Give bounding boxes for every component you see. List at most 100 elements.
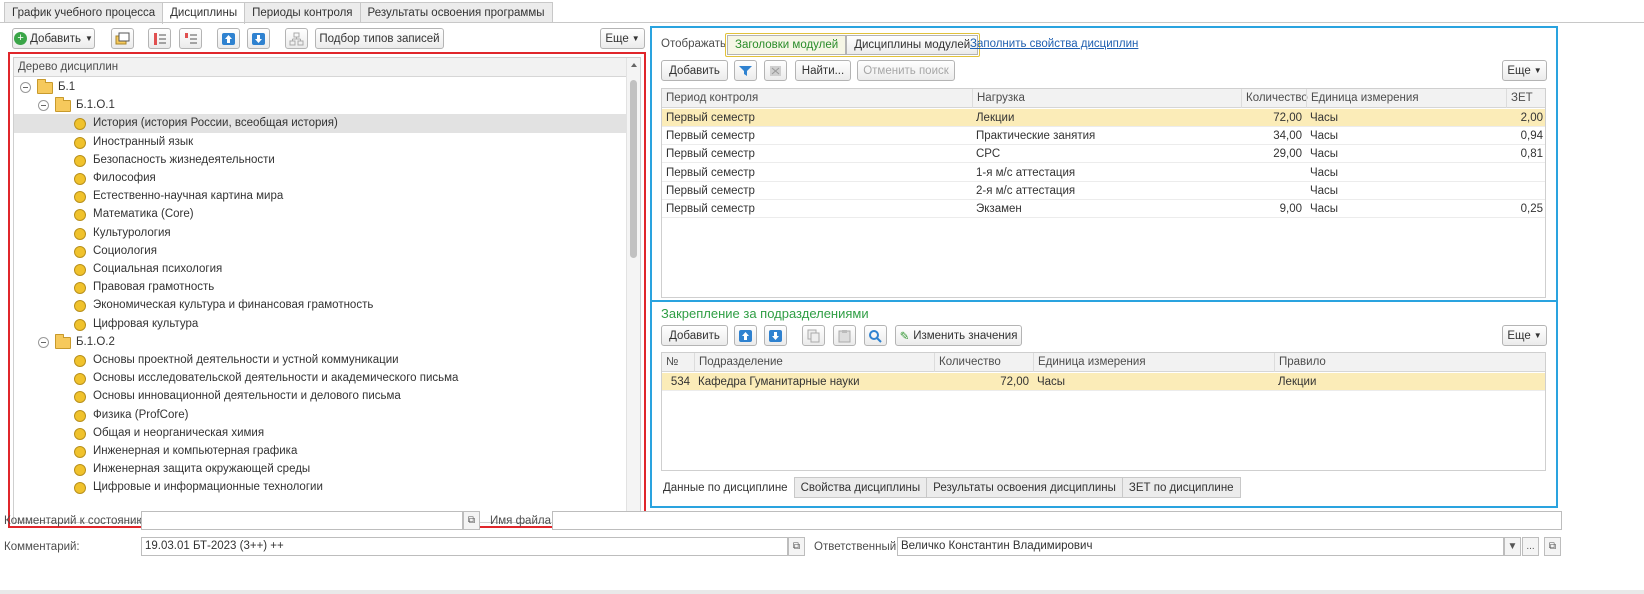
- tab-discipline-data[interactable]: Данные по дисциплине: [656, 477, 795, 498]
- clear-filter-button[interactable]: [764, 60, 787, 81]
- tree-item-row[interactable]: Иностранный язык: [14, 133, 626, 152]
- table-row[interactable]: Первый семестр 2-я м/с аттестация Часы: [662, 182, 1545, 200]
- tab-control-periods[interactable]: Периоды контроля: [244, 2, 361, 23]
- filter-button[interactable]: [734, 60, 757, 81]
- scroll-up-icon[interactable]: [631, 63, 637, 67]
- tree-item-row[interactable]: Экономическая культура и финансовая грам…: [14, 296, 626, 315]
- tree-item-row[interactable]: Общая и неорганическая химия: [14, 424, 626, 443]
- responsible-field[interactable]: Величко Константин Владимирович: [897, 537, 1504, 556]
- paste-button[interactable]: [833, 325, 856, 346]
- tab-program-results[interactable]: Результаты освоения программы: [359, 2, 553, 23]
- tree-item-row[interactable]: Философия: [14, 169, 626, 188]
- tree-item-row[interactable]: Социальная психология: [14, 260, 626, 279]
- state-comment-field[interactable]: [141, 511, 463, 530]
- hierarchy-list-button[interactable]: [148, 28, 171, 49]
- copy-structure-button[interactable]: [111, 28, 134, 49]
- discipline-tabs: Данные по дисциплине Свойства дисциплины…: [656, 477, 1241, 498]
- table-row[interactable]: Первый семестр Экзамен 9,00 Часы 0,25: [662, 200, 1545, 218]
- tree-folder-row[interactable]: Б.1.О.1: [14, 96, 626, 115]
- tree-item-row[interactable]: Основы инновационной деятельности и дело…: [14, 387, 626, 406]
- col-number[interactable]: №: [662, 353, 694, 372]
- tab-discipline-results[interactable]: Результаты освоения дисциплины: [926, 477, 1123, 498]
- option-module-headers[interactable]: Заголовки модулей: [727, 35, 847, 55]
- tree-item-row[interactable]: Инженерная защита окружающей среды: [14, 460, 626, 479]
- tree-item-row[interactable]: Основы проектной деятельности и устной к…: [14, 351, 626, 370]
- col-quantity[interactable]: Количество: [934, 353, 1033, 372]
- more-button-load[interactable]: Еще ▼: [1502, 60, 1547, 81]
- load-add-button[interactable]: Добавить: [661, 60, 728, 81]
- responsible-dropdown-button[interactable]: ▼: [1504, 537, 1521, 556]
- open-state-comment-button[interactable]: ⧉: [463, 511, 480, 530]
- copy-button[interactable]: [802, 325, 825, 346]
- more-button-left[interactable]: Еще ▼: [600, 28, 645, 49]
- open-comment-button[interactable]: ⧉: [788, 537, 805, 556]
- change-values-button[interactable]: ✎ Изменить значения: [895, 325, 1022, 346]
- assign-up-button[interactable]: [734, 325, 757, 346]
- tree-item-row[interactable]: Культурология: [14, 224, 626, 243]
- more-button-assign[interactable]: Еще ▼: [1502, 325, 1547, 346]
- responsible-select-button[interactable]: ...: [1522, 537, 1539, 556]
- collapse-icon[interactable]: [38, 336, 49, 348]
- more-label-left: Еще: [605, 32, 629, 45]
- col-quantity[interactable]: Количество: [1241, 89, 1308, 108]
- cancel-search-button[interactable]: Отменить поиск: [857, 60, 955, 81]
- option-module-disciplines[interactable]: Дисциплины модулей: [846, 35, 979, 55]
- tree-scrollbar[interactable]: [626, 58, 640, 522]
- assignment-table-header: № Подразделение Количество Единица измер…: [662, 353, 1545, 372]
- tab-schedule[interactable]: График учебного процесса: [4, 2, 164, 23]
- tree-item-row[interactable]: Естественно-научная картина мира: [14, 187, 626, 206]
- add-button[interactable]: + Добавить ▼: [12, 28, 95, 49]
- col-unit[interactable]: Единица измерения: [1033, 353, 1274, 372]
- table-row[interactable]: Первый семестр 1-я м/с аттестация Часы: [662, 164, 1545, 182]
- scroll-thumb[interactable]: [630, 80, 637, 258]
- search-structure-button[interactable]: [864, 325, 887, 346]
- find-button[interactable]: Найти...: [795, 60, 851, 81]
- table-row[interactable]: Первый семестр Практические занятия 34,00 Ч…: [662, 127, 1545, 146]
- table-row[interactable]: 534 Кафедра Гуманитарные науки 72,00 Часы Ле…: [662, 373, 1545, 391]
- cell-quantity: [1241, 164, 1306, 182]
- tree-item-row[interactable]: Математика (Core): [14, 205, 626, 224]
- cell-quantity: 9,00: [1279, 203, 1302, 215]
- tree-item-row[interactable]: Цифровая культура: [14, 315, 626, 334]
- move-down-button[interactable]: [247, 28, 270, 49]
- tree-item-row[interactable]: Правовая грамотность: [14, 278, 626, 297]
- assign-add-button[interactable]: Добавить: [661, 325, 728, 346]
- discipline-icon: [74, 446, 86, 458]
- cell-load: Практические занятия: [976, 130, 1096, 143]
- collapse-icon[interactable]: [20, 82, 31, 93]
- assign-down-button[interactable]: [764, 325, 787, 346]
- tree-item-row[interactable]: Социология: [14, 242, 626, 261]
- col-rule[interactable]: Правило: [1274, 353, 1545, 372]
- tab-discipline-zet[interactable]: ЗЕТ по дисциплине: [1121, 477, 1241, 498]
- col-load[interactable]: Нагрузка: [972, 89, 1241, 108]
- table-row[interactable]: Первый семестр СРС 29,00 Часы 0,81: [662, 145, 1545, 164]
- move-up-button[interactable]: [217, 28, 240, 49]
- comment-field[interactable]: 19.03.01 БТ-2023 (3++) ++: [141, 537, 788, 556]
- structure-button[interactable]: [285, 28, 308, 49]
- status-strip: [0, 590, 1644, 594]
- fill-properties-link[interactable]: Заполнить свойства дисциплин: [970, 38, 1138, 50]
- tree-item-row[interactable]: История (история России, всеобщая истори…: [14, 114, 626, 134]
- open-responsible-button[interactable]: ⧉: [1544, 537, 1561, 556]
- col-department[interactable]: Подразделение: [694, 353, 934, 372]
- more-label-assign: Еще: [1507, 329, 1531, 342]
- table-row[interactable]: Первый семестр Лекции 72,00 Часы 2,00: [662, 109, 1545, 127]
- chevron-down-icon: ▼: [84, 34, 93, 43]
- col-unit[interactable]: Единица измерения: [1306, 89, 1506, 108]
- tree-item-row[interactable]: Безопасность жизнедеятельности: [14, 151, 626, 170]
- tree-item-row[interactable]: Цифровые и информационные технологии: [14, 478, 626, 497]
- record-types-button[interactable]: Подбор типов записей: [315, 28, 444, 49]
- col-zet[interactable]: ЗЕТ: [1506, 89, 1545, 108]
- file-name-field[interactable]: [552, 511, 1562, 530]
- tree-item-row[interactable]: Физика (ProfCore): [14, 406, 626, 425]
- tree-item-label: Цифровая культура: [93, 317, 199, 330]
- tab-discipline-properties[interactable]: Свойства дисциплины: [793, 477, 928, 498]
- tree-item-row[interactable]: Основы исследовательской деятельности и …: [14, 369, 626, 388]
- list-mode-button[interactable]: [179, 28, 202, 49]
- collapse-icon[interactable]: [38, 100, 49, 112]
- tree-item-row[interactable]: Инженерная и компьютерная графика: [14, 442, 626, 461]
- col-control-period[interactable]: Период контроля: [662, 89, 972, 108]
- tab-disciplines[interactable]: Дисциплины: [162, 2, 246, 24]
- tree-folder-row[interactable]: Б.1: [14, 78, 626, 97]
- tree-folder-row[interactable]: Б.1.О.2: [14, 333, 626, 352]
